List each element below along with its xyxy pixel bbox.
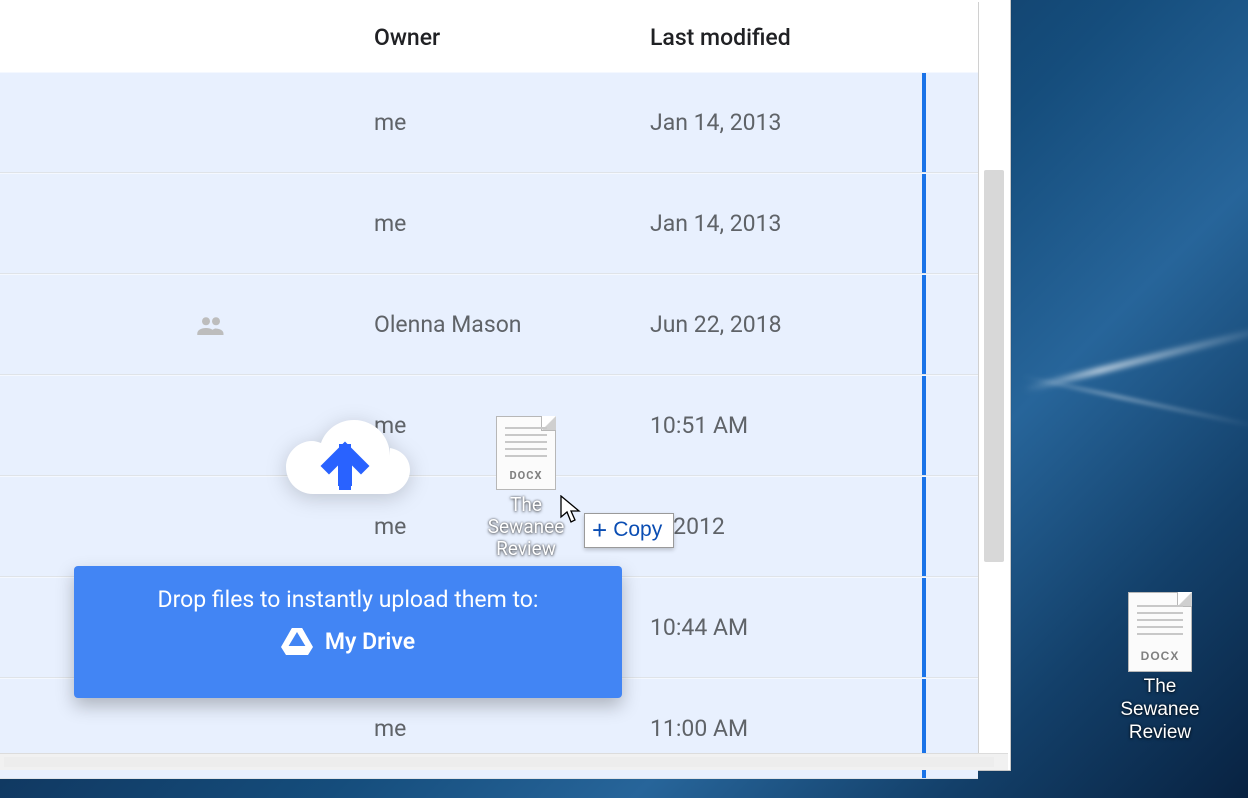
desktop-viewport: Owner Last modified me Jan 14, 2013 me J… — [0, 0, 1248, 798]
drag-tooltip-label: Copy — [613, 518, 662, 542]
docx-file-icon: DOCX — [496, 416, 556, 490]
vertical-scrollbar-thumb[interactable] — [984, 170, 1004, 562]
mouse-cursor-icon — [560, 495, 582, 525]
cloud-upload-icon — [272, 406, 418, 512]
table-header: Owner Last modified — [0, 2, 978, 73]
col-header-modified[interactable]: Last modified — [650, 2, 791, 72]
wallpaper-flare — [1023, 324, 1248, 393]
filetype-label: DOCX — [1129, 649, 1191, 663]
table-row[interactable]: me Jan 14, 2013 — [0, 173, 978, 274]
cell-modified: 10:51 AM — [650, 376, 900, 475]
desktop-filename: The Sewanee Review — [1102, 676, 1218, 744]
table-row[interactable]: me Jan 14, 2013 — [0, 72, 978, 173]
upload-message: Drop files to instantly upload them to: — [74, 586, 622, 613]
docx-file-icon: DOCX — [1128, 592, 1192, 672]
horizontal-scrollbar[interactable] — [0, 753, 1008, 770]
cell-owner: Olenna Mason — [374, 275, 634, 374]
upload-drop-banner: Drop files to instantly upload them to: … — [74, 566, 622, 698]
cell-modified: Jan 14, 2013 — [650, 73, 900, 172]
drag-ghost-file: DOCX The Sewanee Review — [470, 416, 582, 560]
filetype-label: DOCX — [497, 470, 555, 483]
drag-copy-tooltip: + Copy — [584, 513, 674, 548]
shared-icon — [196, 275, 226, 374]
cell-modified: 9, 2012 — [650, 477, 900, 576]
cell-owner: me — [374, 73, 634, 172]
cell-modified: Jan 14, 2013 — [650, 174, 900, 273]
plus-icon: + — [592, 517, 607, 543]
table-row[interactable]: Olenna Mason Jun 22, 2018 — [0, 274, 978, 375]
cell-owner: me — [374, 174, 634, 273]
upload-destination: My Drive — [325, 628, 415, 655]
col-header-owner[interactable]: Owner — [374, 2, 440, 72]
cell-modified: Jun 22, 2018 — [650, 275, 900, 374]
wallpaper-flare — [1022, 375, 1248, 428]
desktop-file[interactable]: DOCX The Sewanee Review — [1102, 592, 1218, 744]
cell-modified: 10:44 AM — [650, 578, 900, 677]
drive-triangle-icon — [281, 627, 313, 655]
